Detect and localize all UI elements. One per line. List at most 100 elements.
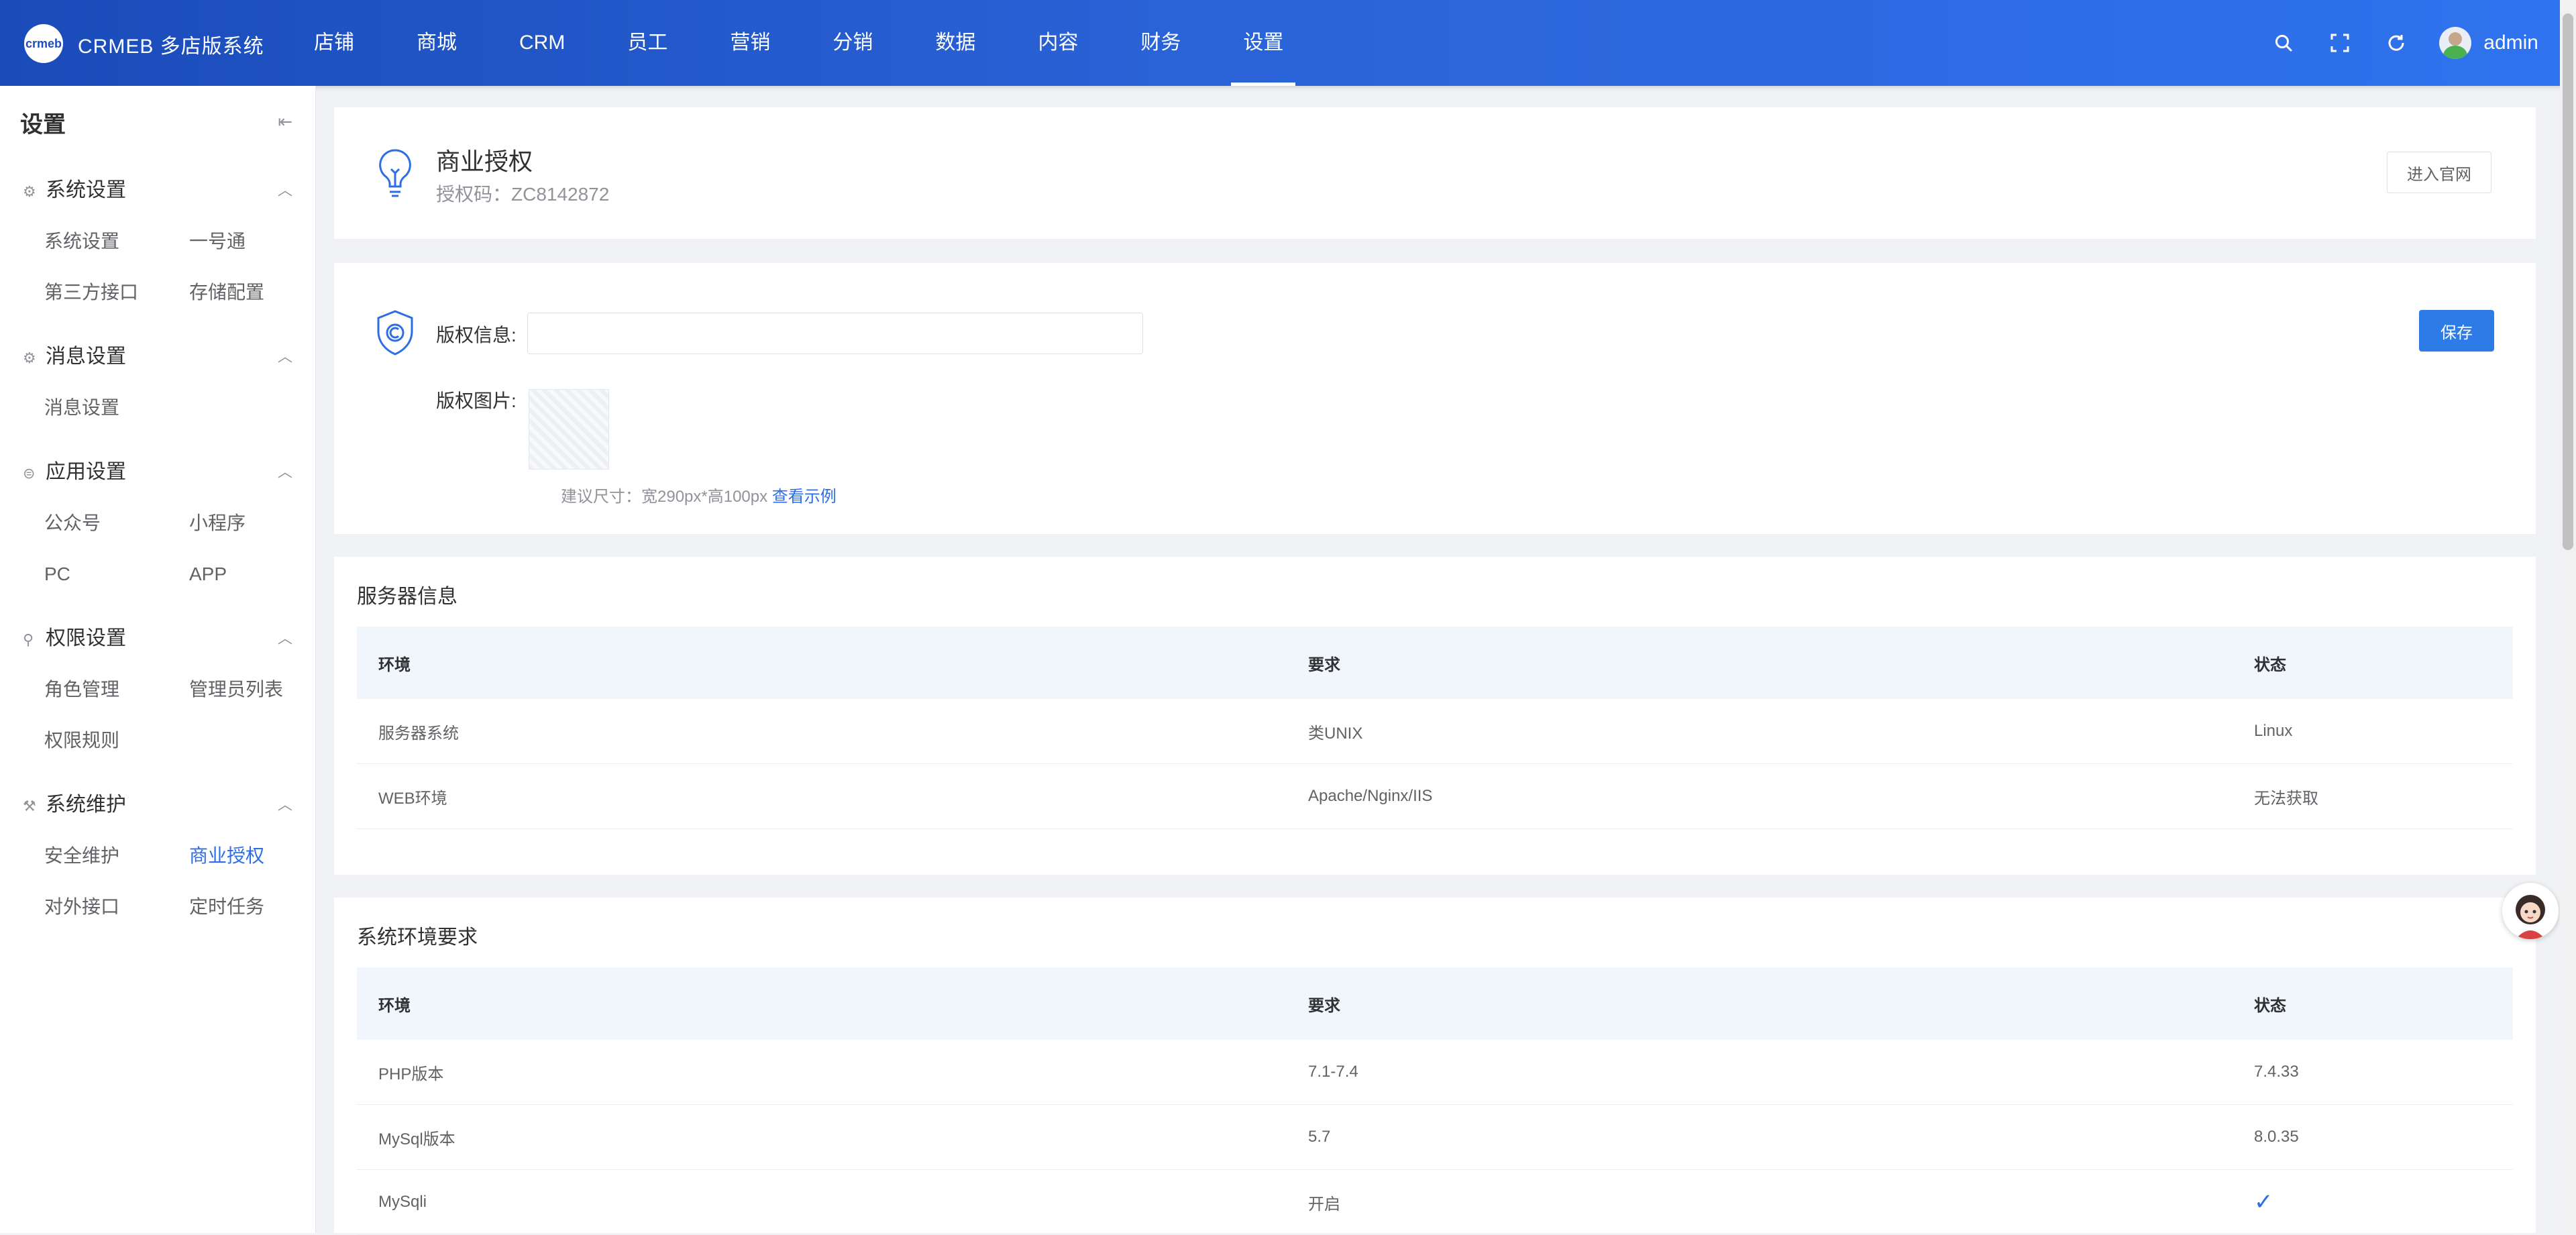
nav-item-crm[interactable]: CRM <box>507 0 577 86</box>
refresh-icon[interactable] <box>2383 30 2410 56</box>
table-cell: 7.1-7.4 <box>1308 1040 2254 1105</box>
lightbulb-icon <box>374 148 416 202</box>
sidebar-item-roles[interactable]: 角色管理 <box>44 664 189 715</box>
scrollbar-thumb[interactable] <box>2563 13 2573 550</box>
table-cell: 8.0.35 <box>2254 1104 2513 1170</box>
sidebar-item-api[interactable]: 对外接口 <box>44 881 189 932</box>
user-name[interactable]: admin <box>2483 32 2538 54</box>
table-cell: 无法获取 <box>2254 763 2513 829</box>
column-header: 环境 <box>357 967 1308 1040</box>
sidebar-group-head[interactable]: ⚲ 权限设置 ︿ <box>0 613 315 664</box>
nav-item-finance[interactable]: 财务 <box>1128 0 1193 86</box>
sidebar-item-cron[interactable]: 定时任务 <box>189 881 334 932</box>
sidebar-item-admins[interactable]: 管理员列表 <box>189 664 334 715</box>
visit-website-button[interactable]: 进入官网 <box>2387 152 2491 193</box>
sidebar-group-system: ⚙ 系统设置 ︿ 系统设置 一号通 第三方接口 存储配置 <box>0 165 315 318</box>
server-info-card: 服务器信息 环境 要求 状态 服务器系统 类UNIX Linux WEB环境 A… <box>334 557 2536 875</box>
chevron-up-icon: ︿ <box>277 182 292 199</box>
server-info-title: 服务器信息 <box>357 586 458 608</box>
chevron-up-icon: ︿ <box>277 464 292 480</box>
table-cell: 开启 <box>1308 1169 2254 1235</box>
server-info-table: 环境 要求 状态 服务器系统 类UNIX Linux WEB环境 Apache/… <box>357 627 2513 829</box>
nav-item-data[interactable]: 数据 <box>923 0 987 86</box>
column-header: 状态 <box>2254 967 2513 1040</box>
table-row: MySql版本 5.7 8.0.35 <box>357 1104 2513 1170</box>
table-cell: WEB环境 <box>357 763 1308 829</box>
column-header: 要求 <box>1308 967 2254 1040</box>
sidebar-item-system-settings[interactable]: 系统设置 <box>44 216 189 267</box>
column-header: 状态 <box>2254 627 2513 699</box>
sidebar-group-permission: ⚲ 权限设置 ︿ 角色管理 管理员列表 权限规则 <box>0 613 315 766</box>
table-cell: MySqli <box>357 1169 1308 1235</box>
sidebar-item-mini-program[interactable]: 小程序 <box>189 498 334 549</box>
avatar[interactable] <box>2439 27 2472 59</box>
table-row: PHP版本 7.1-7.4 7.4.33 <box>357 1040 2513 1105</box>
table-cell: 7.4.33 <box>2254 1040 2513 1105</box>
table-cell: PHP版本 <box>357 1040 1308 1105</box>
brand-name: CRMEB 多店版系统 <box>78 36 264 58</box>
sidebar-item-pc[interactable]: PC <box>44 549 189 600</box>
copyright-card: 版权信息: 版权图片: 建议尺寸：宽290px*高100px 查看示例 保存 <box>334 263 2536 534</box>
sidebar-item-rules[interactable]: 权限规则 <box>44 715 189 766</box>
copyright-image-upload[interactable] <box>529 389 609 470</box>
copyright-shield-icon <box>374 309 416 360</box>
view-example-link[interactable]: 查看示例 <box>772 488 837 506</box>
nav-item-settings[interactable]: 设置 <box>1231 0 1296 86</box>
sidebar-item-message-settings[interactable]: 消息设置 <box>44 382 189 433</box>
sidebar-group-head[interactable]: ⚙ 系统设置 ︿ <box>0 165 315 216</box>
license-code: 授权码：ZC8142872 <box>436 184 610 205</box>
env-requirements-card: 系统环境要求 环境 要求 状态 PHP版本 7.1-7.4 7.4.33 MyS… <box>334 875 2536 1235</box>
nav-item-staff[interactable]: 员工 <box>615 0 680 86</box>
nav-item-shop[interactable]: 店铺 <box>302 0 366 86</box>
nav-item-distribution[interactable]: 分销 <box>820 0 885 86</box>
sidebar-group-head[interactable]: ⊜ 应用设置 ︿ <box>0 447 315 498</box>
chevron-up-icon: ︿ <box>277 348 292 365</box>
nav-item-mall[interactable]: 商城 <box>405 0 469 86</box>
table-row: WEB环境 Apache/Nginx/IIS 无法获取 <box>357 763 2513 829</box>
sidebar-item-storage[interactable]: 存储配置 <box>189 267 334 318</box>
support-chat-avatar[interactable] <box>2502 883 2559 939</box>
env-requirements-title: 系统环境要求 <box>357 926 478 949</box>
table-header-row: 环境 要求 状态 <box>357 627 2513 699</box>
table-cell: ✓ <box>2254 1169 2513 1235</box>
chevron-up-icon: ︿ <box>277 796 292 813</box>
nav-item-marketing[interactable]: 营销 <box>718 0 782 86</box>
gear-icon: ⚙ <box>23 183 36 200</box>
table-cell: Linux <box>2254 699 2513 764</box>
sidebar-item-official-account[interactable]: 公众号 <box>44 498 189 549</box>
chevron-up-icon: ︿ <box>277 630 292 647</box>
page-scrollbar[interactable] <box>2560 0 2576 1233</box>
size-hint: 建议尺寸：宽290px*高100px 查看示例 <box>561 488 837 506</box>
main-nav: 店铺 商城 CRM 员工 营销 分销 数据 内容 财务 设置 <box>302 0 1334 86</box>
search-icon[interactable] <box>2270 30 2297 56</box>
license-title: 商业授权 <box>436 148 533 175</box>
logo[interactable]: crmeb <box>24 24 63 63</box>
copyright-info-input[interactable] <box>527 313 1143 354</box>
sidebar-item-app[interactable]: APP <box>189 549 334 600</box>
gear-icon: ⚙ <box>23 350 36 366</box>
nav-item-content[interactable]: 内容 <box>1026 0 1090 86</box>
tools-icon: ⚒ <box>23 798 36 814</box>
table-cell: 服务器系统 <box>357 699 1308 764</box>
sidebar-group-head[interactable]: ⚒ 系统维护 ︿ <box>0 780 315 830</box>
sidebar-group-head[interactable]: ⚙ 消息设置 ︿ <box>0 331 315 382</box>
table-cell: 类UNIX <box>1308 699 2254 764</box>
sidebar-group-maintenance: ⚒ 系统维护 ︿ 安全维护 商业授权 对外接口 定时任务 <box>0 780 315 932</box>
collapse-icon[interactable]: ⇤ <box>278 111 292 132</box>
table-cell: MySql版本 <box>357 1104 1308 1170</box>
table-cell: 5.7 <box>1308 1104 2254 1170</box>
sidebar-item-security[interactable]: 安全维护 <box>44 830 189 881</box>
fullscreen-icon[interactable] <box>2326 30 2353 56</box>
table-cell: Apache/Nginx/IIS <box>1308 763 2254 829</box>
top-navbar: crmeb CRMEB 多店版系统 店铺 商城 CRM 员工 营销 分销 数据 … <box>0 0 2576 86</box>
sidebar-item-license[interactable]: 商业授权 <box>189 830 334 881</box>
sidebar-group-message: ⚙ 消息设置 ︿ 消息设置 <box>0 331 315 433</box>
table-header-row: 环境 要求 状态 <box>357 967 2513 1040</box>
sidebar-item-third-party[interactable]: 第三方接口 <box>44 267 189 318</box>
copyright-info-label: 版权信息: <box>436 325 517 345</box>
license-card: 商业授权 授权码：ZC8142872 进入官网 <box>334 107 2536 239</box>
sidebar-item-yihaotong[interactable]: 一号通 <box>189 216 334 267</box>
app-icon: ⊜ <box>23 465 36 482</box>
sidebar-title: 设置 <box>20 112 66 138</box>
save-button[interactable]: 保存 <box>2419 310 2494 352</box>
